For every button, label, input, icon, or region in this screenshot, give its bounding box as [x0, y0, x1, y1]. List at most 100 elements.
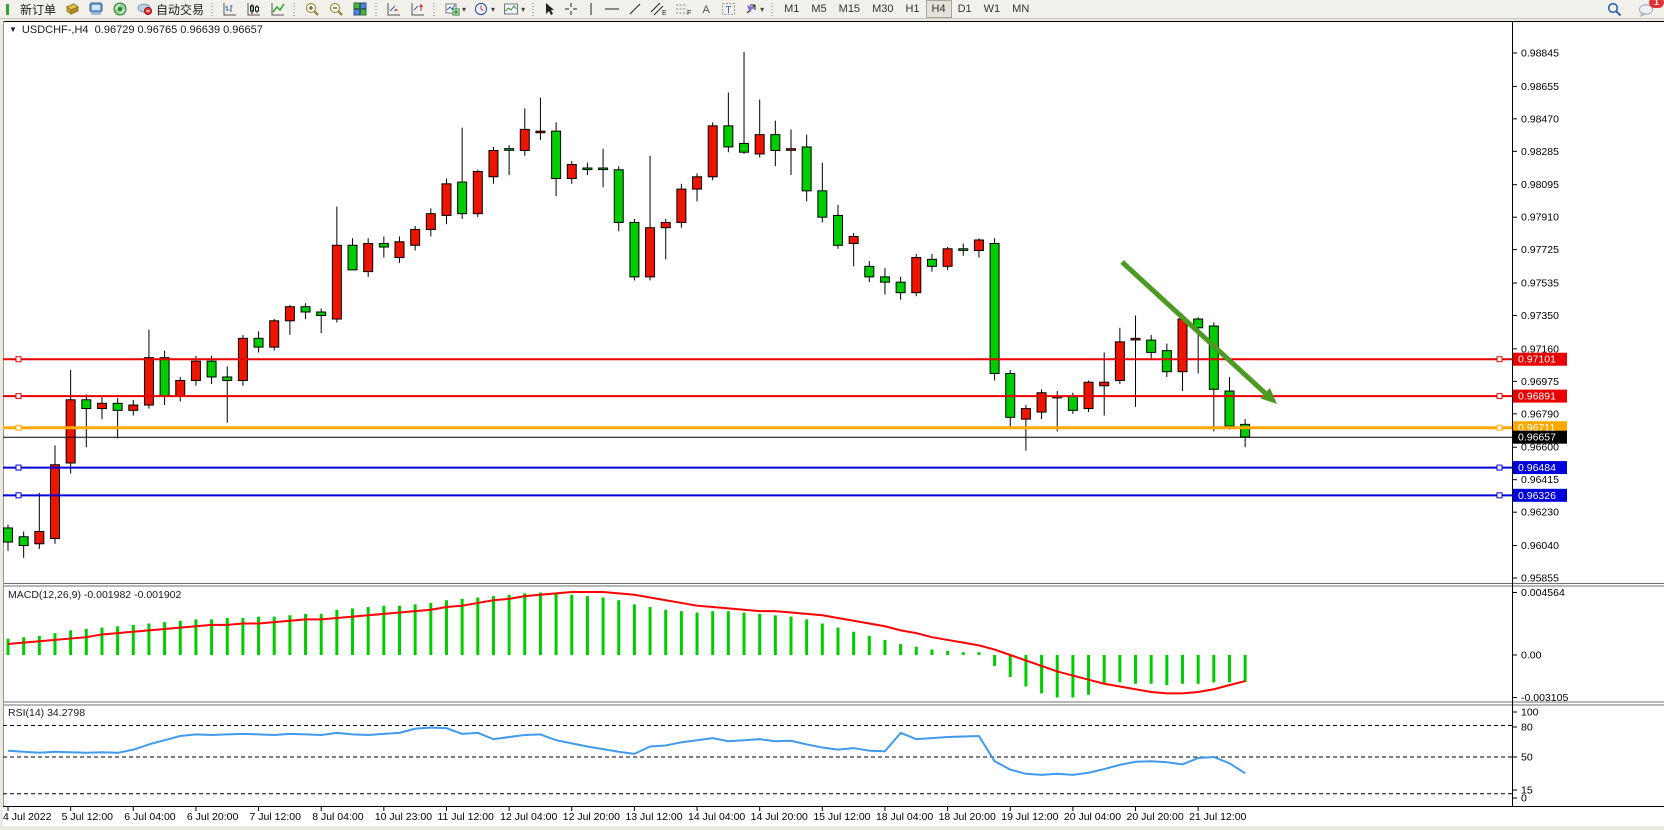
line-handle[interactable] [1497, 425, 1502, 430]
price-tag-label: 0.97101 [1518, 354, 1556, 366]
price-axis-label: 0.98655 [1521, 81, 1559, 93]
line-handle[interactable] [1497, 394, 1502, 399]
line-handle[interactable] [16, 493, 21, 498]
candle [82, 400, 91, 409]
chart-title-ohlc: 0.96729 0.96765 0.96639 0.96657 [95, 24, 263, 36]
line-handle[interactable] [16, 394, 21, 399]
timeframe-w1-button[interactable]: W1 [978, 0, 1007, 18]
candle [144, 358, 153, 405]
timeframe-m30-button[interactable]: M30 [866, 0, 899, 18]
indicators-button[interactable]: ▾ [440, 0, 470, 19]
fibonacci-tool-button[interactable]: F [671, 0, 696, 19]
dropdown-caret-icon: ▾ [462, 5, 466, 14]
cursor-icon [543, 2, 556, 16]
time-axis-label: 5 Jul 12:00 [62, 811, 114, 823]
channel-tool-button[interactable]: E [646, 0, 671, 19]
chat-button[interactable]: 1 [1634, 0, 1658, 19]
price-axis-label: 0.97910 [1521, 212, 1559, 224]
candle [489, 150, 498, 176]
auto-scroll-button[interactable] [382, 0, 406, 19]
candlestick-chart-button[interactable] [242, 0, 266, 19]
candle [1162, 351, 1171, 372]
vertical-line-tool-button[interactable] [582, 0, 600, 19]
candle [411, 229, 420, 245]
text-label-icon: T [721, 2, 736, 16]
candle [270, 321, 279, 347]
timeframe-h1-button[interactable]: H1 [899, 0, 925, 18]
new-order-icon [6, 3, 17, 16]
line-handle[interactable] [16, 465, 21, 470]
crosshair-tool-button[interactable] [560, 0, 582, 19]
candle [646, 228, 655, 277]
time-axis-label: 12 Jul 04:00 [500, 811, 557, 823]
toolbar-grip[interactable] [292, 3, 297, 16]
template-icon [503, 2, 519, 16]
candle [787, 149, 796, 151]
time-axis-label: 13 Jul 12:00 [625, 811, 682, 823]
time-axis-label: 20 Jul 20:00 [1127, 811, 1184, 823]
candle [1021, 409, 1030, 420]
bar-chart-icon [222, 2, 238, 16]
line-handle[interactable] [1497, 493, 1502, 498]
candlestick-chart-icon [246, 2, 262, 16]
chart-title-symbol: USDCHF-,H4 [22, 24, 89, 36]
candle [661, 222, 670, 227]
line-handle[interactable] [16, 357, 21, 362]
line-chart-button[interactable] [266, 0, 290, 19]
price-tag-label: 0.96326 [1518, 490, 1556, 502]
text-tool-button[interactable]: A [696, 0, 717, 19]
market-button[interactable] [60, 0, 84, 19]
candle [520, 129, 529, 150]
candle [552, 131, 561, 178]
toolbar-grip[interactable] [531, 3, 536, 16]
toolbar-grip[interactable] [770, 3, 775, 16]
new-order-button[interactable]: 新订单 [2, 0, 60, 19]
timeframe-m15-button[interactable]: M15 [833, 0, 866, 18]
candle [379, 244, 388, 248]
timeframe-h4-button[interactable]: H4 [926, 0, 952, 18]
trendline-tool-button[interactable] [624, 0, 646, 19]
toolbar-grip[interactable] [374, 3, 379, 16]
timeframe-d1-button[interactable]: D1 [952, 0, 978, 18]
terminal-button[interactable] [84, 0, 108, 19]
search-button[interactable] [1603, 0, 1626, 19]
toolbar-grip[interactable] [432, 3, 437, 16]
timeframe-mn-button[interactable]: MN [1006, 0, 1035, 18]
candle [395, 242, 404, 258]
zoom-in-button[interactable] [300, 0, 324, 19]
candle [113, 403, 122, 410]
candle [254, 338, 263, 347]
auto-trading-button[interactable]: 自动交易 [132, 0, 208, 19]
candle [129, 405, 138, 410]
arrows-tool-button[interactable]: ▾ [740, 0, 768, 19]
bar-chart-button[interactable] [218, 0, 242, 19]
search-icon [1607, 2, 1622, 17]
market-cube-icon [64, 2, 80, 16]
tile-windows-button[interactable] [348, 0, 372, 19]
timeframe-m1-button[interactable]: M1 [778, 0, 805, 18]
line-handle[interactable] [16, 425, 21, 430]
line-handle[interactable] [1497, 357, 1502, 362]
candle [1178, 319, 1187, 372]
drawing-toolbar-group: E F A T ▾ [539, 0, 768, 19]
horizontal-line-tool-button[interactable] [600, 0, 624, 19]
candle [207, 361, 216, 377]
chart-shift-button[interactable] [406, 0, 430, 19]
periods-button[interactable]: ▾ [470, 0, 499, 19]
macd-axis-label: 0.004564 [1521, 587, 1565, 599]
timeframe-m5-button[interactable]: M5 [805, 0, 832, 18]
candle [630, 222, 639, 276]
signals-button[interactable] [108, 0, 132, 19]
time-axis-label: 4 Jul 2022 [3, 811, 52, 823]
zoom-out-button[interactable] [324, 0, 348, 19]
text-label-tool-button[interactable]: T [717, 0, 740, 19]
templates-button[interactable]: ▾ [499, 0, 529, 19]
candle [708, 126, 717, 177]
candle [191, 361, 200, 380]
crosshair-icon [564, 2, 578, 16]
toolbar-grip[interactable] [210, 3, 215, 16]
line-handle[interactable] [1497, 465, 1502, 470]
chart-canvas[interactable]: 0.988450.986550.984700.982850.980950.979… [0, 0, 1664, 830]
candle [880, 277, 889, 282]
cursor-tool-button[interactable] [539, 0, 560, 19]
